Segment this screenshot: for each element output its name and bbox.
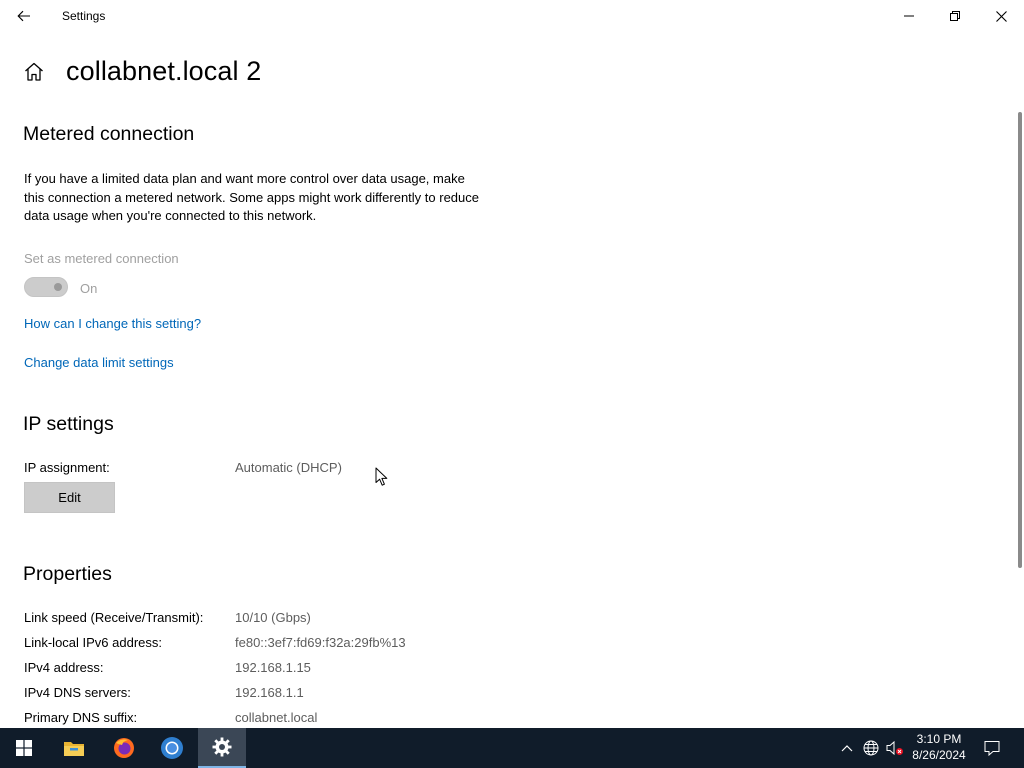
restore-button[interactable] bbox=[932, 0, 978, 32]
firefox-button[interactable] bbox=[100, 728, 148, 768]
ip-settings-heading: IP settings bbox=[23, 413, 114, 435]
ipv4-address-value: 192.168.1.15 bbox=[235, 660, 311, 675]
toggle-state-text: On bbox=[80, 281, 98, 296]
ipv4-dns-value: 192.168.1.1 bbox=[235, 685, 304, 700]
chrome-icon bbox=[161, 737, 183, 759]
metered-toggle-label: Set as metered connection bbox=[24, 251, 179, 266]
how-change-setting-link[interactable]: How can I change this setting? bbox=[24, 316, 201, 331]
dns-suffix-label: Primary DNS suffix: bbox=[24, 710, 138, 725]
ip-assignment-label: IP assignment: bbox=[24, 460, 110, 475]
metered-description: If you have a limited data plan and want… bbox=[24, 171, 479, 224]
mouse-cursor-icon bbox=[375, 467, 388, 486]
restore-icon bbox=[950, 11, 960, 21]
toggle-knob bbox=[54, 283, 62, 291]
home-icon[interactable] bbox=[22, 60, 46, 84]
action-center-button[interactable] bbox=[978, 728, 1006, 768]
network-tray-button[interactable] bbox=[860, 728, 882, 768]
link-speed-value: 10/10 (Gbps) bbox=[235, 610, 311, 625]
notification-icon bbox=[984, 741, 1000, 756]
metered-connection-heading: Metered connection bbox=[23, 123, 195, 145]
settings-taskbar-button[interactable] bbox=[198, 728, 246, 768]
edit-ip-button[interactable]: Edit bbox=[24, 482, 115, 513]
network-globe-icon bbox=[863, 740, 879, 756]
close-button[interactable] bbox=[978, 0, 1024, 32]
taskbar: 3:10 PM 8/26/2024 bbox=[0, 728, 1024, 768]
settings-window: Settings collabnet.local 2 Metered conne… bbox=[0, 0, 1024, 728]
taskbar-clock[interactable]: 3:10 PM 8/26/2024 bbox=[902, 731, 976, 765]
window-title: Settings bbox=[62, 9, 106, 23]
ipv4-dns-label: IPv4 DNS servers: bbox=[24, 685, 131, 700]
settings-gear-icon bbox=[212, 737, 232, 757]
ipv6-address-value: fe80::3ef7:fd69:f32a:29fb%13 bbox=[235, 635, 406, 650]
ip-assignment-value: Automatic (DHCP) bbox=[235, 460, 342, 475]
ipv6-address-label: Link-local IPv6 address: bbox=[24, 635, 163, 650]
clock-date: 8/26/2024 bbox=[912, 748, 966, 762]
link-speed-label: Link speed (Receive/Transmit): bbox=[24, 610, 204, 625]
start-button[interactable] bbox=[0, 728, 48, 768]
file-explorer-icon bbox=[64, 742, 84, 756]
windows-start-icon bbox=[16, 740, 32, 756]
back-arrow-icon bbox=[17, 10, 30, 22]
title-bar: Settings bbox=[0, 0, 1024, 32]
ipv4-address-label: IPv4 address: bbox=[24, 660, 104, 675]
chevron-up-icon bbox=[841, 745, 853, 752]
page-title: collabnet.local 2 bbox=[66, 56, 262, 86]
back-button[interactable] bbox=[8, 4, 40, 28]
chrome-button[interactable] bbox=[148, 728, 196, 768]
minimize-button[interactable] bbox=[886, 0, 932, 32]
firefox-icon bbox=[114, 738, 134, 758]
file-explorer-button[interactable] bbox=[50, 728, 98, 768]
minimize-icon bbox=[904, 15, 914, 17]
properties-heading: Properties bbox=[23, 563, 112, 585]
close-icon bbox=[995, 10, 1007, 22]
change-data-limit-link[interactable]: Change data limit settings bbox=[24, 355, 174, 370]
vertical-scrollbar[interactable] bbox=[1018, 112, 1022, 568]
clock-time: 3:10 PM bbox=[916, 732, 962, 746]
dns-suffix-value: collabnet.local bbox=[235, 710, 318, 725]
metered-connection-toggle[interactable] bbox=[24, 277, 68, 297]
show-hidden-icons-button[interactable] bbox=[836, 728, 858, 768]
